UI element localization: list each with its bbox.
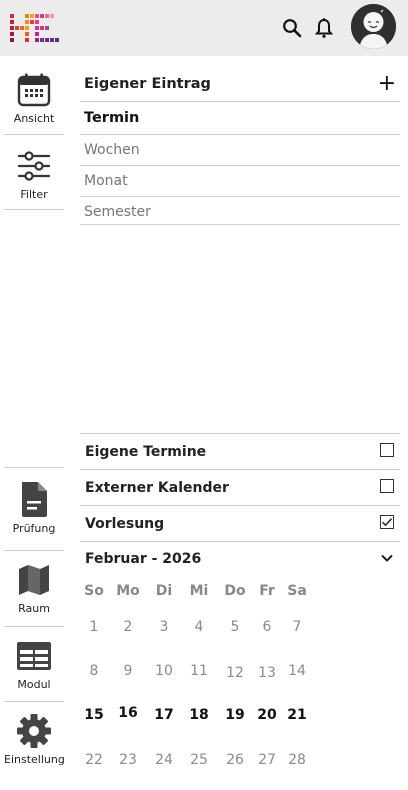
sidebar-divider [4,626,64,627]
calendar-icon [17,73,51,107]
calendar-day[interactable]: 9 [110,663,146,679]
filter-list: Eigene Termine Externer Kalender Vorlesu… [80,433,400,542]
plus-icon[interactable]: + [378,73,396,95]
filter-label: Vorlesung [85,516,165,532]
filter-label: Externer Kalender [85,480,229,496]
sidebar-divider [4,134,64,135]
hfe-logo-icon[interactable] [10,14,60,42]
calendar-day[interactable]: 24 [146,752,182,768]
view-option-semester[interactable]: Semester [80,197,400,225]
sidebar-divider [4,209,64,210]
calendar-day[interactable]: 3 [146,619,182,635]
sidebar-divider [4,701,64,702]
sidebar-divider [4,550,64,551]
bell-icon[interactable] [312,16,336,40]
month-selector[interactable]: Februar - 2026 [80,545,400,573]
checkbox-checked[interactable] [380,515,394,529]
weekday-header: Mi [189,583,209,599]
sidebar-item-label: Raum [18,602,50,615]
calendar-day[interactable]: 12 [217,665,253,681]
sidebar-item-raum[interactable]: Raum [4,562,64,615]
sidebar-divider [4,467,64,468]
filter-external-calendar[interactable]: Externer Kalender [80,470,400,506]
calendar-day[interactable]: 19 [217,707,253,723]
filter-lecture[interactable]: Vorlesung [80,506,400,542]
calendar-day[interactable]: 8 [76,663,112,679]
calendar-day[interactable]: 17 [146,707,182,723]
view-option-wochen[interactable]: Wochen [80,135,400,166]
calendar-day[interactable]: 16 [110,705,146,721]
calendar-day[interactable]: 25 [181,752,217,768]
checkbox[interactable] [380,443,394,457]
sidebar-item-ansicht[interactable]: Ansicht [4,72,64,125]
filter-label: Eigene Termine [85,444,207,460]
sidebar-item-pruefung[interactable]: Prüfung [4,480,64,535]
own-entry-row[interactable]: Eigener Eintrag + [80,67,400,102]
view-option-termin[interactable]: Termin [80,102,400,135]
sidebar-item-filter[interactable]: Filter [4,148,64,201]
checkbox[interactable] [380,479,394,493]
map-icon [19,565,49,595]
weekday-header: Di [155,583,173,599]
chevron-down-icon[interactable] [380,553,394,563]
check-icon [381,518,393,527]
sidebar-item-einstellung[interactable]: Einstellung [4,713,65,766]
avatar-icon[interactable] [351,4,396,49]
top-bar [0,0,408,56]
sidebar-item-modul[interactable]: Modul [4,638,64,691]
calendar-day[interactable]: 28 [279,752,315,768]
table-icon [17,642,51,670]
view-option-label: Semester [84,204,151,220]
sidebar-item-label: Ansicht [13,112,55,125]
calendar-day[interactable]: 1 [76,619,112,635]
calendar-day[interactable]: 5 [217,619,253,635]
calendar-day[interactable]: 11 [181,663,217,679]
view-option-label: Termin [84,110,140,126]
sidebar-item-label: Prüfung [12,522,56,535]
calendar-day[interactable]: 23 [110,752,146,768]
weekday-header: Mo [116,583,140,599]
calendar-day[interactable]: 7 [279,619,315,635]
view-option-label: Wochen [84,142,140,158]
document-icon [22,482,47,517]
calendar-day[interactable]: 21 [279,707,315,723]
weekday-header: Sa [287,583,307,599]
calendar-day[interactable]: 18 [181,707,217,723]
calendar-day[interactable]: 14 [279,663,315,679]
calendar-day[interactable]: 2 [110,619,146,635]
weekday-header: Do [224,583,246,599]
sidebar-item-label: Modul [17,678,51,691]
calendar-day[interactable]: 4 [181,619,217,635]
calendar-day[interactable]: 15 [76,707,112,723]
filter-own-appointments[interactable]: Eigene Termine [80,434,400,470]
view-option-monat[interactable]: Monat [80,166,400,197]
view-option-label: Monat [84,173,128,189]
month-label: Februar - 2026 [85,551,202,567]
calendar-day[interactable]: 22 [76,752,112,768]
sidebar-item-label: Filter [20,188,48,201]
own-entry-label: Eigener Eintrag [84,76,211,92]
sliders-icon [17,151,51,181]
sidebar-item-label: Einstellung [4,753,65,766]
calendar-day[interactable]: 26 [217,752,253,768]
sidebar: Ansicht Filter Prüfung Raum Modul Einste… [0,56,68,790]
search-icon[interactable] [280,16,304,40]
calendar-day[interactable]: 10 [146,663,182,679]
view-selection-list: Eigener Eintrag + Termin Wochen Monat Se… [80,67,400,225]
gear-icon [17,714,51,748]
weekday-header: So [84,583,104,599]
